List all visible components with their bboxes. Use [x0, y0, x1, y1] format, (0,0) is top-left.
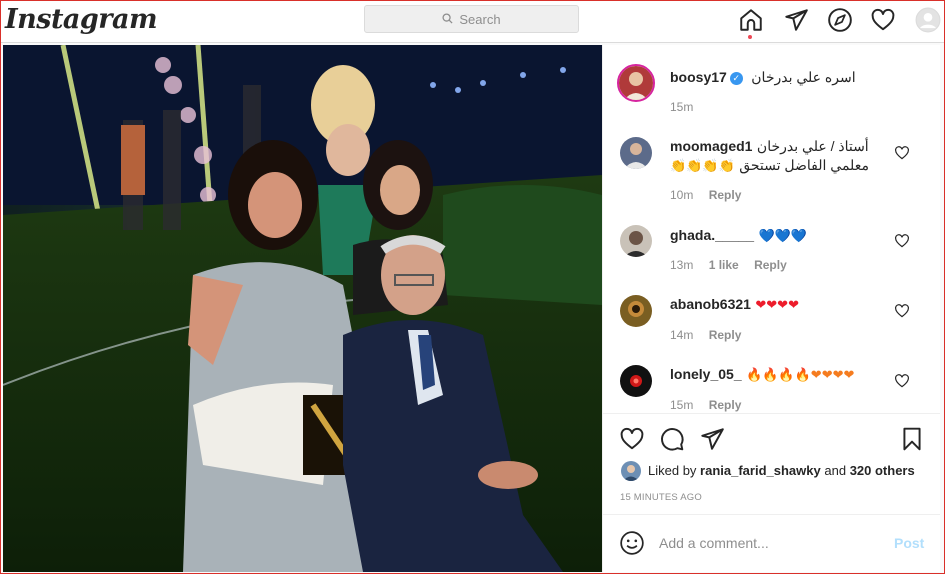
- liked-by-and: and: [824, 463, 847, 478]
- notification-dot: [748, 35, 752, 39]
- post-comment-button[interactable]: Post: [894, 535, 924, 551]
- post-caption-time: 15m: [670, 100, 694, 114]
- reply-button[interactable]: Reply: [709, 398, 742, 412]
- post-caption-row: boosy17 ✓ اسره علي بدرخان: [670, 69, 940, 87]
- comment-text: أستاذ / علي بدرخان: [756, 138, 869, 154]
- comment-text: ❤❤❤❤: [755, 297, 799, 312]
- direct-icon[interactable]: [783, 7, 809, 33]
- comment-time: 10m: [670, 188, 694, 202]
- liked-by-line: Liked by rania_farid_shawky and 320 othe…: [648, 463, 915, 478]
- top-navigation: Instagram Search: [1, 1, 944, 43]
- liked-by-prefix: Liked by: [648, 463, 697, 478]
- comment-body: abanob6321 ❤❤❤❤: [670, 296, 799, 314]
- author-avatar[interactable]: [617, 64, 655, 102]
- comment-input[interactable]: Add a comment...: [659, 535, 769, 551]
- commenter-avatar[interactable]: [620, 137, 652, 169]
- comment-meta: 10m Reply: [670, 188, 741, 202]
- comment-likes-count[interactable]: 1 like: [709, 258, 739, 272]
- reply-button[interactable]: Reply: [709, 328, 742, 342]
- share-direct-icon[interactable]: [699, 426, 725, 452]
- post-timestamp[interactable]: 15 MINUTES AGO: [620, 492, 702, 503]
- comment-text: 🔥🔥🔥🔥❤❤❤❤: [746, 367, 855, 382]
- comment-time: 15m: [670, 398, 694, 412]
- comment-body: moomaged1 أستاذ / علي بدرخان 👏👏👏👏 معلمي …: [670, 138, 890, 175]
- divider: [603, 514, 940, 515]
- comment-text-line2: معلمي الفاضل تستحق: [739, 157, 869, 173]
- comment-username[interactable]: moomaged1: [670, 138, 752, 154]
- liked-by-others[interactable]: 320 others: [850, 463, 915, 478]
- comment-icon[interactable]: [659, 426, 685, 452]
- verified-badge-icon: ✓: [729, 72, 743, 85]
- comment-username[interactable]: abanob6321: [670, 296, 751, 312]
- reply-button[interactable]: Reply: [754, 258, 787, 272]
- comment-meta: 13m 1 like Reply: [670, 258, 787, 272]
- comment-like-heart-icon[interactable]: [894, 303, 910, 319]
- comment-time: 13m: [670, 258, 694, 272]
- profile-avatar-icon[interactable]: [915, 7, 941, 33]
- post-photo[interactable]: [3, 45, 602, 572]
- search-icon: [442, 12, 453, 27]
- liker-avatar[interactable]: [621, 461, 641, 481]
- comment-body: lonely_05_ 🔥🔥🔥🔥❤❤❤❤: [670, 366, 854, 384]
- emoji-smiley-icon[interactable]: [619, 530, 645, 556]
- liked-by-user[interactable]: rania_farid_shawky: [700, 463, 821, 478]
- commenter-avatar[interactable]: [620, 225, 652, 257]
- search-box[interactable]: Search: [364, 5, 579, 33]
- comment-username[interactable]: ghada._____: [670, 227, 754, 243]
- comment-emoji: 👏👏👏👏: [670, 158, 735, 173]
- commenter-avatar[interactable]: [620, 295, 652, 327]
- comment-like-heart-icon[interactable]: [894, 373, 910, 389]
- divider: [603, 413, 940, 414]
- home-icon[interactable]: [738, 7, 764, 33]
- activity-heart-icon[interactable]: [870, 7, 896, 33]
- comment-time: 14m: [670, 328, 694, 342]
- author-username[interactable]: boosy17: [670, 69, 727, 85]
- comment-username[interactable]: lonely_05_: [670, 366, 742, 382]
- post-details-panel: boosy17 ✓ اسره علي بدرخان 15m moomaged1 أ…: [602, 45, 940, 572]
- comment-meta: 14m Reply: [670, 328, 741, 342]
- save-bookmark-icon[interactable]: [899, 426, 925, 452]
- reply-button[interactable]: Reply: [709, 188, 742, 202]
- like-heart-icon[interactable]: [619, 426, 645, 452]
- explore-icon[interactable]: [827, 7, 853, 33]
- comment-text: 💙💙💙: [758, 228, 808, 243]
- commenter-avatar[interactable]: [620, 365, 652, 397]
- comment-like-heart-icon[interactable]: [894, 233, 910, 249]
- comment-meta: 15m Reply: [670, 398, 741, 412]
- comment-body: ghada._____ 💙💙💙: [670, 227, 807, 245]
- search-placeholder: Search: [459, 11, 501, 27]
- post-caption: اسره علي بدرخان: [751, 69, 856, 85]
- instagram-logo[interactable]: Instagram: [5, 4, 158, 35]
- comment-like-heart-icon[interactable]: [894, 145, 910, 161]
